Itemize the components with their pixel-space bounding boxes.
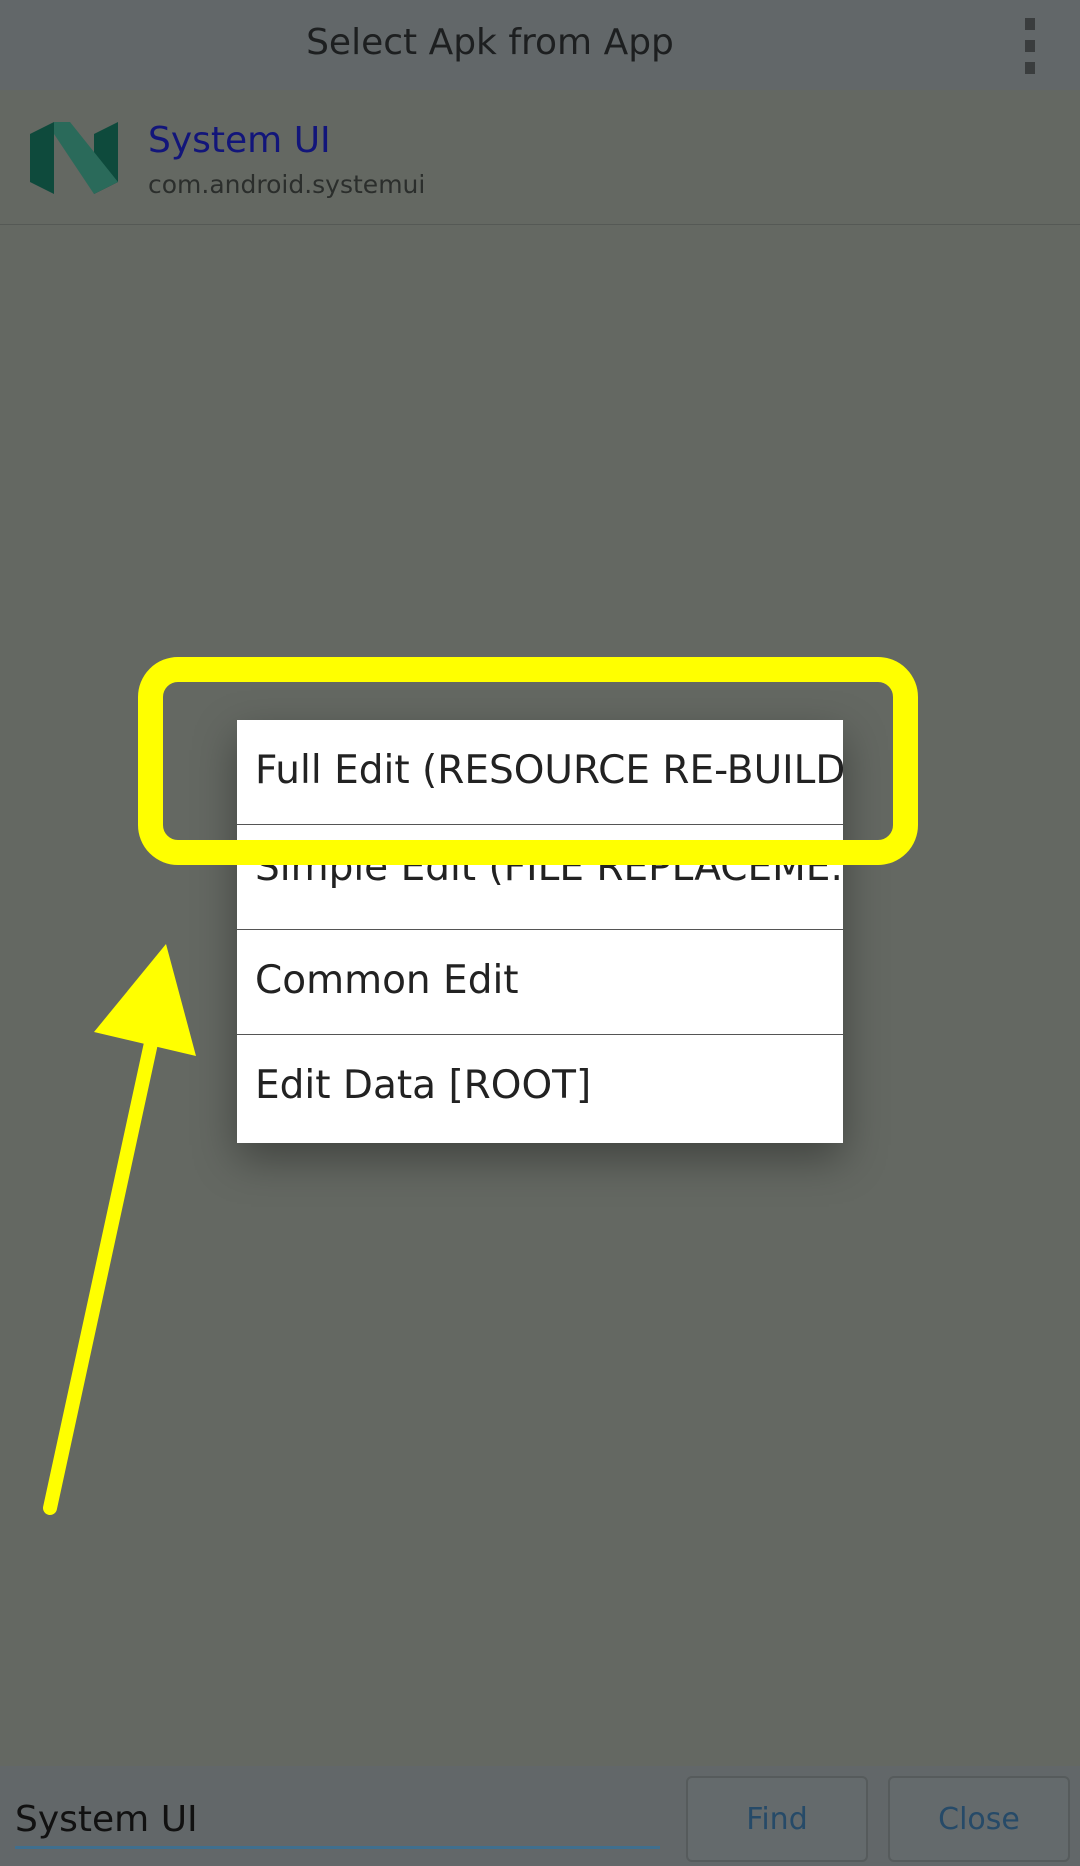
find-button[interactable]: Find (686, 1776, 868, 1862)
search-input[interactable] (15, 1792, 660, 1849)
annotation-arrow (43, 944, 196, 1515)
bottom-bar: Find Close (0, 1766, 1080, 1866)
close-button[interactable]: Close (888, 1776, 1070, 1862)
